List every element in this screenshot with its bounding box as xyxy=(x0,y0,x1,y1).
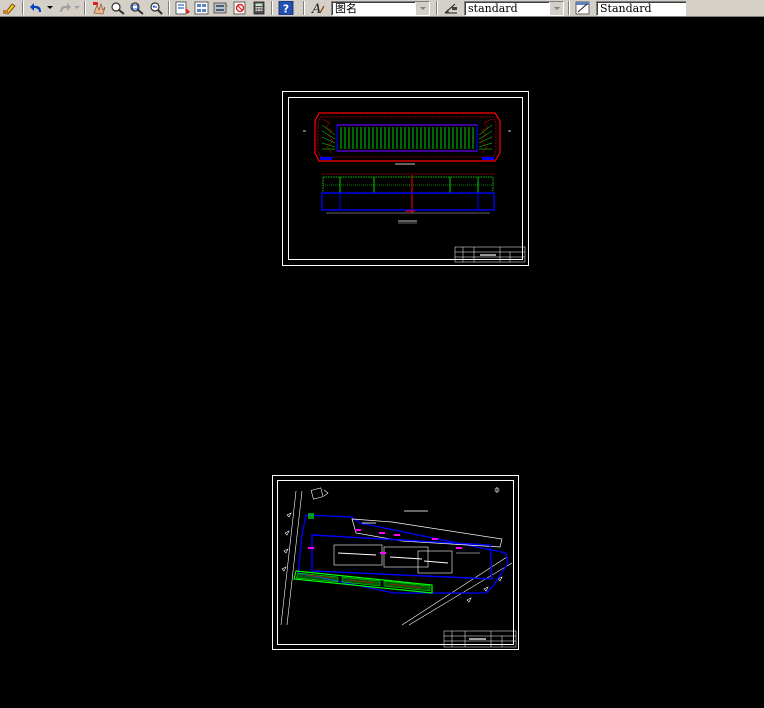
dim-style-value: standard xyxy=(468,1,518,15)
toolbar-separator xyxy=(168,1,170,15)
toolbar-separator xyxy=(22,1,24,15)
zoom-realtime-icon[interactable] xyxy=(108,0,127,16)
elevation-view: - xyxy=(321,173,495,224)
text-style-value: 图名 xyxy=(335,1,357,15)
toolbar-separator xyxy=(303,1,305,15)
toolbar-separator xyxy=(84,1,86,15)
toolbar-separator xyxy=(271,1,273,15)
help-icon[interactable]: ? xyxy=(276,0,295,16)
undo-icon[interactable] xyxy=(27,0,46,16)
chevron-down-icon[interactable] xyxy=(549,1,563,15)
parking-strip xyxy=(293,570,433,594)
pan-icon[interactable] xyxy=(89,0,108,16)
sheet-set-icon[interactable] xyxy=(230,0,249,16)
drawing-sheet-2[interactable] xyxy=(272,475,519,650)
design-center-icon[interactable] xyxy=(192,0,211,16)
match-properties-icon[interactable] xyxy=(0,0,19,16)
dim-style-combo[interactable]: standard xyxy=(464,0,564,16)
redo-dropdown-icon[interactable] xyxy=(73,0,81,16)
svg-text:-: - xyxy=(409,183,410,187)
table-style-icon[interactable] xyxy=(573,0,592,16)
zoom-previous-icon[interactable] xyxy=(146,0,165,16)
redo-icon[interactable] xyxy=(54,0,73,16)
zoom-window-icon[interactable] xyxy=(127,0,146,16)
toolbar-separator xyxy=(568,1,570,15)
chevron-down-icon[interactable] xyxy=(415,1,429,15)
dim-style-icon[interactable] xyxy=(441,0,460,16)
table-style-combo[interactable]: Standard xyxy=(596,0,686,16)
text-style-icon[interactable]: A xyxy=(308,0,327,16)
road-lines xyxy=(280,490,513,626)
drawing-sheet-1[interactable]: - xyxy=(282,91,529,266)
tool-palettes-icon[interactable] xyxy=(211,0,230,16)
toolbar: ? A 图名 standard Standard xyxy=(0,0,764,17)
svg-text:?: ? xyxy=(282,3,288,16)
plan-view xyxy=(303,112,511,165)
svg-text:A: A xyxy=(311,2,321,15)
calculator-icon[interactable] xyxy=(249,0,268,16)
table-style-value: Standard xyxy=(600,1,652,15)
undo-dropdown-icon[interactable] xyxy=(46,0,54,16)
toolbar-separator xyxy=(436,1,438,15)
text-style-combo[interactable]: 图名 xyxy=(331,0,430,16)
properties-icon[interactable] xyxy=(173,0,192,16)
